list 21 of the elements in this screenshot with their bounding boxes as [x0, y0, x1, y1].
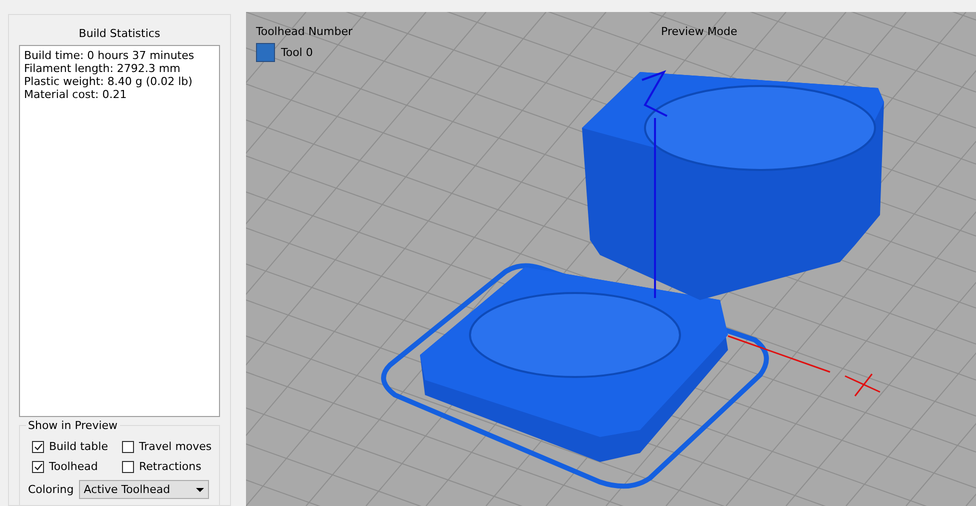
- statistic-line: Build time: 0 hours 37 minutes: [24, 49, 194, 62]
- preview-mode-label: Preview Mode: [661, 25, 738, 38]
- checkbox-label[interactable]: Travel moves: [139, 440, 212, 453]
- statistic-line: Filament length: 2792.3 mm: [24, 62, 180, 75]
- tool-label: Tool 0: [281, 46, 313, 59]
- statistic-line: Plastic weight: 8.40 g (0.02 lb): [24, 75, 192, 88]
- checkbox-label[interactable]: Retractions: [139, 460, 202, 473]
- caret-icon: [196, 488, 204, 492]
- coloring-dropdown[interactable]: Active Toolhead: [78, 480, 209, 499]
- checkbox-label[interactable]: Toolhead: [49, 460, 98, 473]
- statistic-line: Material cost: 0.21: [24, 88, 127, 101]
- preview-viewport[interactable]: Toolhead Number Tool 0 Preview Mode: [246, 12, 976, 506]
- checkbox[interactable]: [32, 460, 44, 472]
- legend-title: Toolhead Number: [256, 25, 353, 38]
- panel-title: Build Statistics: [78, 26, 162, 42]
- coloring-label: Coloring: [28, 483, 74, 496]
- group-title: Show in Preview: [26, 419, 120, 432]
- checkbox[interactable]: [122, 460, 134, 472]
- checkbox[interactable]: [32, 440, 44, 452]
- checkbox[interactable]: [122, 440, 134, 452]
- checkbox-label[interactable]: Build table: [49, 440, 108, 453]
